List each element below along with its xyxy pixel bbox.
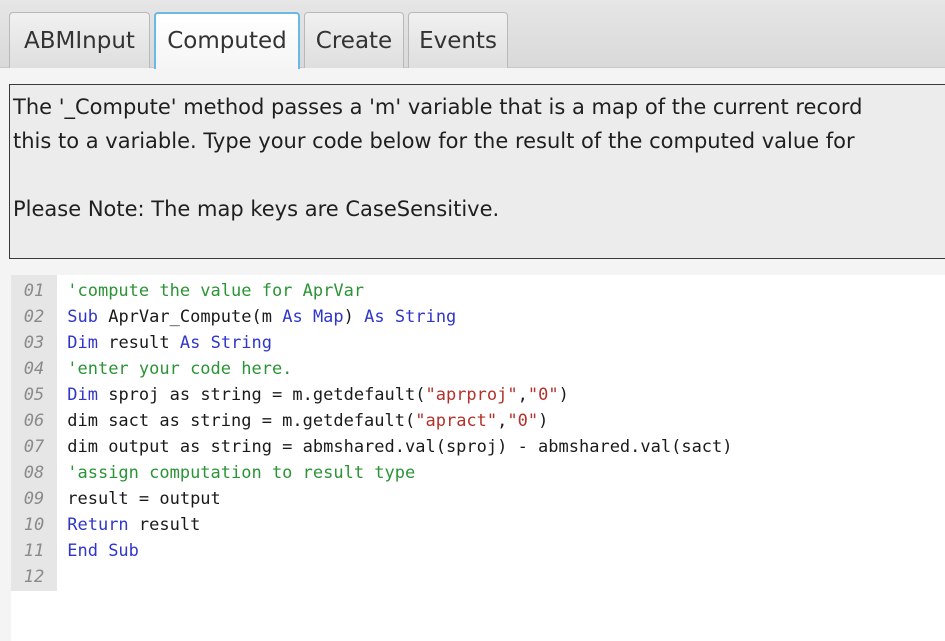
code-comment: 'enter your code here. bbox=[67, 359, 293, 379]
line-number: 03 bbox=[23, 333, 45, 353]
code-string: "0" bbox=[527, 385, 559, 405]
line-spacer bbox=[57, 411, 67, 431]
line-spacer bbox=[57, 515, 67, 535]
description-note: Please Note: The map keys are CaseSensit… bbox=[13, 197, 500, 221]
code-comment: 'assign computation to result type bbox=[67, 463, 416, 483]
description-box: The '_Compute' method passes a 'm' varia… bbox=[9, 84, 945, 259]
line-number: 12 bbox=[23, 567, 45, 587]
line-number: 07 bbox=[23, 437, 45, 457]
code-line[interactable]: 06 dim sact as string = m.getdefault("ap… bbox=[11, 408, 945, 434]
code-string: "0" bbox=[507, 411, 539, 431]
description-spacer bbox=[13, 158, 945, 192]
code-string: "apract" bbox=[415, 411, 498, 431]
line-spacer bbox=[57, 463, 67, 483]
code-line[interactable]: 07 dim output as string = abmshared.val(… bbox=[11, 434, 945, 460]
line-spacer bbox=[57, 307, 67, 327]
code-line[interactable]: 08 'assign computation to result type bbox=[11, 460, 945, 486]
code-text: result bbox=[128, 515, 201, 535]
code-keyword: String bbox=[394, 307, 457, 327]
code-keyword: Dim bbox=[67, 385, 98, 405]
code-text: result = output bbox=[67, 489, 221, 509]
code-keyword: End Sub bbox=[67, 541, 139, 561]
line-number: 10 bbox=[23, 515, 45, 535]
line-number: 06 bbox=[23, 411, 45, 431]
line-number: 04 bbox=[23, 359, 45, 379]
code-text: ) bbox=[343, 307, 365, 327]
code-keyword: As bbox=[282, 307, 303, 327]
line-number: 01 bbox=[23, 281, 45, 301]
code-keyword: Dim bbox=[67, 333, 98, 353]
code-keyword: As bbox=[364, 307, 385, 327]
tab-events[interactable]: Events bbox=[408, 12, 508, 68]
code-line[interactable]: 10 Return result bbox=[11, 512, 945, 538]
line-spacer bbox=[57, 437, 67, 457]
code-line[interactable]: 02 Sub AprVar_Compute(m As Map) As Strin… bbox=[11, 304, 945, 330]
line-spacer bbox=[57, 489, 67, 509]
code-line[interactable]: 04 'enter your code here. bbox=[11, 356, 945, 382]
code-text: AprVar_Compute(m bbox=[97, 307, 283, 327]
line-spacer bbox=[57, 541, 67, 561]
tab-bar: ABMInput Computed Create Events bbox=[0, 0, 945, 69]
code-keyword: Sub bbox=[67, 307, 98, 327]
line-number: 08 bbox=[23, 463, 45, 483]
line-spacer bbox=[57, 359, 67, 379]
code-line[interactable]: 05 Dim sproj as string = m.getdefault("a… bbox=[11, 382, 945, 408]
code-text: dim sact as string = m.getdefault( bbox=[67, 411, 416, 431]
line-spacer bbox=[57, 333, 67, 353]
tab-create[interactable]: Create bbox=[304, 12, 404, 68]
tab-abminput[interactable]: ABMInput bbox=[9, 12, 150, 68]
code-keyword: As bbox=[179, 333, 201, 353]
code-text: ) bbox=[538, 411, 549, 431]
code-text: result bbox=[97, 333, 180, 353]
code-text: , bbox=[497, 411, 508, 431]
line-spacer bbox=[57, 385, 67, 405]
code-comment: 'compute the value for AprVar bbox=[67, 281, 365, 301]
code-keyword: String bbox=[210, 333, 273, 353]
line-spacer bbox=[57, 281, 67, 301]
line-number: 09 bbox=[23, 489, 45, 509]
code-text: sproj as string = m.getdefault( bbox=[97, 385, 426, 405]
code-editor[interactable]: 01 'compute the value for AprVar 02 Sub A… bbox=[11, 275, 945, 641]
code-line[interactable]: 03 Dim result As String bbox=[11, 330, 945, 356]
line-number: 05 bbox=[23, 385, 45, 405]
code-line[interactable]: 09 result = output bbox=[11, 486, 945, 512]
code-text: dim output as string = abmshared.val(spr… bbox=[67, 437, 733, 457]
code-string: "aprproj" bbox=[425, 385, 518, 405]
code-line[interactable]: 12 bbox=[11, 564, 945, 590]
code-text: , bbox=[517, 385, 528, 405]
code-text: ) bbox=[558, 385, 569, 405]
code-keyword: Map bbox=[312, 307, 344, 327]
code-line[interactable]: 01 'compute the value for AprVar bbox=[11, 278, 945, 304]
line-spacer bbox=[57, 567, 67, 587]
line-number: 02 bbox=[23, 307, 45, 327]
app-window: ABMInput Computed Create Events The '_Co… bbox=[0, 0, 945, 641]
description-line-2: this to a variable. Type your code below… bbox=[13, 129, 855, 153]
line-number: 11 bbox=[23, 541, 45, 561]
code-line[interactable]: 11 End Sub bbox=[11, 538, 945, 564]
tab-computed[interactable]: Computed bbox=[154, 12, 300, 69]
code-keyword: Return bbox=[67, 515, 129, 535]
description-line-1: The '_Compute' method passes a 'm' varia… bbox=[13, 95, 863, 119]
